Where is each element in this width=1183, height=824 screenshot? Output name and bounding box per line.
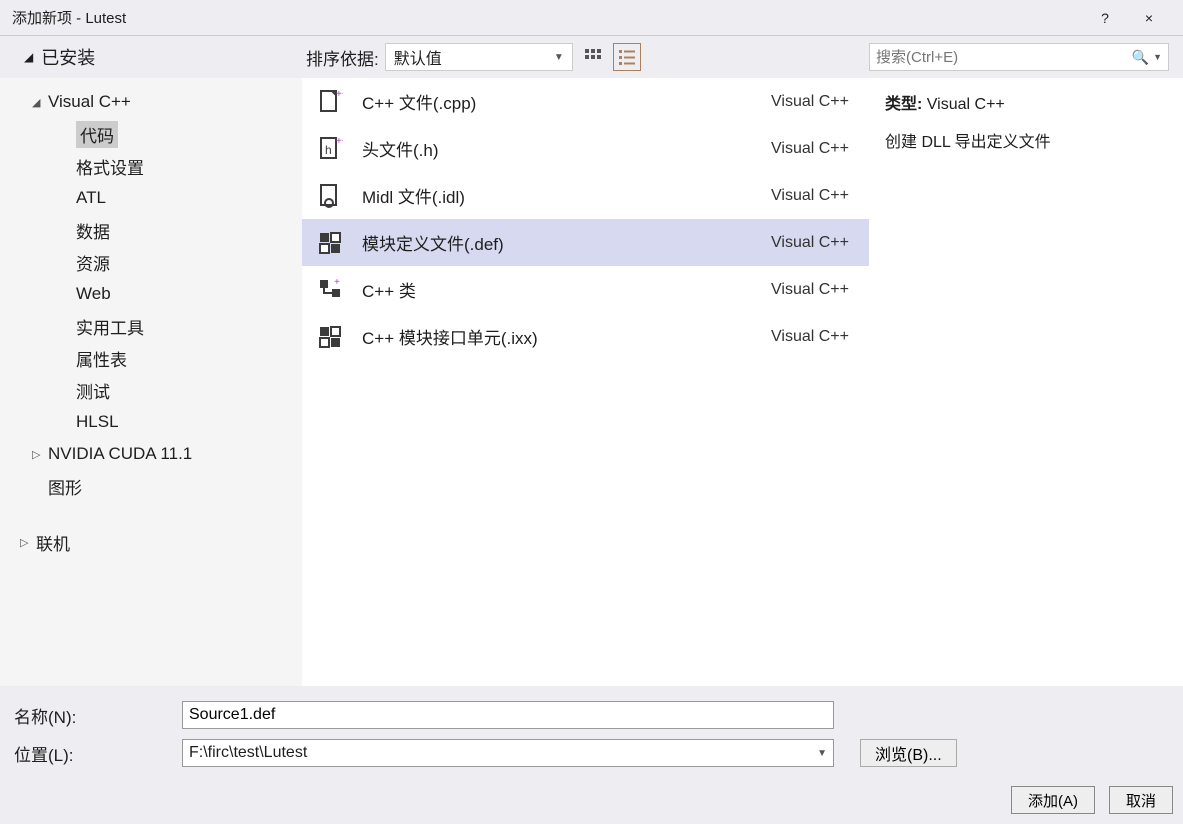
- tree-arrow-icon: ▷: [20, 536, 36, 549]
- tree-node[interactable]: Web: [0, 278, 301, 310]
- tree-node[interactable]: 代码: [0, 118, 301, 150]
- template-type: Visual C++: [771, 140, 857, 158]
- template-type: Visual C++: [771, 93, 857, 111]
- template-label: C++ 模块接口单元(.ixx): [362, 324, 771, 349]
- svg-text:++: ++: [336, 89, 343, 100]
- type-value: Visual C++: [927, 96, 1005, 113]
- svg-text:++: ++: [336, 136, 343, 147]
- template-label: Midl 文件(.idl): [362, 183, 771, 208]
- cancel-button[interactable]: 取消: [1109, 786, 1173, 814]
- tree-node[interactable]: 图形: [0, 470, 301, 502]
- tree-node[interactable]: 资源: [0, 246, 301, 278]
- chevron-down-icon: ▼: [817, 748, 827, 759]
- location-value: F:\firc\test\Lutest: [189, 744, 817, 762]
- chevron-down-icon: ▼: [1153, 52, 1162, 62]
- bottom-form: 名称(N): 位置(L): F:\firc\test\Lutest ▼ 浏览(B…: [0, 686, 1183, 778]
- chevron-down-icon: ▼: [554, 52, 564, 63]
- tree-node[interactable]: 格式设置: [0, 150, 301, 182]
- tree-node-label: 属性表: [76, 346, 127, 371]
- close-button[interactable]: ×: [1127, 4, 1171, 32]
- tree-arrow-icon: ▷: [32, 448, 48, 461]
- template-label: C++ 类: [362, 277, 771, 302]
- tree-node[interactable]: 实用工具: [0, 310, 301, 342]
- sort-value: 默认值: [394, 45, 442, 69]
- name-input[interactable]: [182, 701, 834, 729]
- tree-node-label: 联机: [36, 530, 70, 555]
- tree-node-label: HLSL: [76, 412, 119, 432]
- class-icon: +: [314, 274, 346, 306]
- view-list-icon[interactable]: [613, 43, 641, 71]
- tree-header[interactable]: ◢ 已安装: [4, 36, 306, 78]
- tree-node-label: 资源: [76, 250, 110, 275]
- search-input[interactable]: [876, 49, 1132, 66]
- tree-node-label: 图形: [48, 474, 82, 499]
- svg-text:+: +: [334, 277, 340, 288]
- module-icon: [314, 321, 346, 353]
- header-icon: h ++: [314, 133, 346, 165]
- location-input[interactable]: F:\firc\test\Lutest ▼: [182, 739, 834, 767]
- tree-node-label: 数据: [76, 218, 110, 243]
- template-row[interactable]: 模块定义文件(.def)Visual C++: [302, 219, 869, 266]
- template-row[interactable]: C++ 模块接口单元(.ixx)Visual C++: [302, 313, 869, 360]
- tree-node-label: Visual C++: [48, 92, 131, 112]
- search-box[interactable]: 🔍 ▼: [869, 43, 1169, 71]
- template-list: ++C++ 文件(.cpp)Visual C++h++头文件(.h)Visual…: [302, 78, 869, 686]
- tree-node[interactable]: 测试: [0, 374, 301, 406]
- help-button[interactable]: ?: [1083, 4, 1127, 32]
- name-label: 名称(N):: [14, 703, 174, 728]
- tree-node[interactable]: ATL: [0, 182, 301, 214]
- toolbar: ◢ 已安装 排序依据: 默认值 ▼ 🔍 ▼: [0, 36, 1183, 78]
- titlebar: 添加新项 - Lutest ? ×: [0, 0, 1183, 36]
- tree-node-label: 测试: [76, 378, 110, 403]
- template-label: 头文件(.h): [362, 136, 771, 161]
- cpp-icon: ++: [314, 86, 346, 118]
- tree-node[interactable]: 数据: [0, 214, 301, 246]
- tree-node[interactable]: ◢Visual C++: [0, 86, 301, 118]
- action-bar: 添加(A) 取消: [0, 778, 1183, 824]
- search-icon: 🔍: [1132, 49, 1149, 66]
- installed-label: 已安装: [41, 44, 95, 70]
- def-icon: [314, 227, 346, 259]
- sort-label: 排序依据:: [306, 45, 379, 70]
- add-button[interactable]: 添加(A): [1011, 786, 1095, 814]
- category-tree: ◢Visual C++ 代码格式设置 ATL 数据资源 Web 实用工具属性表测试 HLSL…: [0, 78, 302, 686]
- main: ◢Visual C++代码格式设置ATL数据资源Web实用工具属性表测试HLSL…: [0, 78, 1183, 686]
- collapse-icon: ◢: [24, 50, 33, 64]
- tree-node-label: ATL: [76, 188, 106, 208]
- tree-node[interactable]: ▷NVIDIA CUDA 11.1: [0, 438, 301, 470]
- template-label: 模块定义文件(.def): [362, 230, 771, 255]
- type-label: 类型:: [885, 96, 922, 113]
- tree-node[interactable]: HLSL: [0, 406, 301, 438]
- template-row[interactable]: h ++ 头文件(.h)Visual C++: [302, 125, 869, 172]
- tree-node[interactable]: 属性表: [0, 342, 301, 374]
- view-large-icon[interactable]: [579, 43, 607, 71]
- tree-node-label: 格式设置: [76, 154, 144, 179]
- template-type: Visual C++: [771, 328, 857, 346]
- details-panel: 类型: Visual C++ 创建 DLL 导出定义文件: [869, 78, 1183, 686]
- tree-arrow-icon: ◢: [32, 96, 48, 109]
- sort-select[interactable]: 默认值 ▼: [385, 43, 573, 71]
- svg-text:h: h: [325, 143, 332, 157]
- template-type: Visual C++: [771, 187, 857, 205]
- idl-icon: [314, 180, 346, 212]
- location-label: 位置(L):: [14, 741, 174, 766]
- template-type: Visual C++: [771, 281, 857, 299]
- tree-node-label: 代码: [76, 121, 118, 148]
- browse-button[interactable]: 浏览(B)...: [860, 739, 957, 767]
- template-type: Visual C++: [771, 234, 857, 252]
- template-label: C++ 文件(.cpp): [362, 89, 771, 114]
- template-row[interactable]: + C++ 类Visual C++: [302, 266, 869, 313]
- tree-node-label: Web: [76, 284, 111, 304]
- window-title: 添加新项 - Lutest: [12, 7, 1083, 28]
- template-row[interactable]: ++ C++ 文件(.cpp)Visual C++: [302, 78, 869, 125]
- tree-node-label: NVIDIA CUDA 11.1: [48, 444, 192, 464]
- description: 创建 DLL 导出定义文件: [885, 128, 1167, 152]
- template-row[interactable]: Midl 文件(.idl)Visual C++: [302, 172, 869, 219]
- tree-node-online[interactable]: ▷联机: [0, 526, 301, 558]
- tree-node-label: 实用工具: [76, 314, 144, 339]
